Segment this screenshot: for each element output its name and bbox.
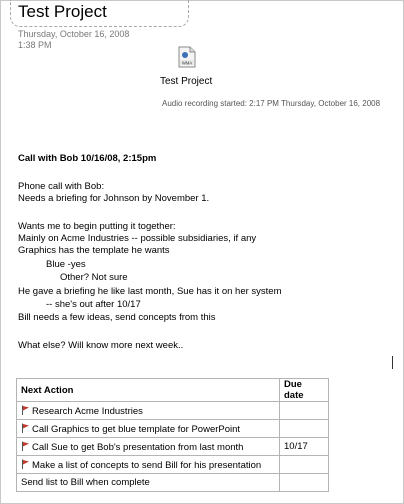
next-action-cell[interactable]: Call Sue to get Bob's presentation from … [16,437,280,456]
flag-icon[interactable] [21,423,30,433]
page-date: Thursday, October 16, 2008 [18,29,130,39]
next-action-text: Send list to Bill when complete [21,477,150,488]
note-line: Graphics has the template he wants [18,245,170,256]
note-heading: Call with Bob 10/16/08, 2:15pm [18,153,157,164]
page-title[interactable]: Test Project [18,2,107,22]
wma-file-icon[interactable]: WMA [178,46,196,68]
note-line: Phone call with Bob: [18,181,105,192]
due-date-cell[interactable] [279,419,329,438]
table-row[interactable]: Send list to Bill when complete [16,473,329,492]
table-row[interactable]: Call Sue to get Bob's presentation from … [16,437,329,456]
next-action-text: Make a list of concepts to send Bill for… [32,459,262,471]
due-date-cell[interactable] [279,401,329,420]
column-header-next-action[interactable]: Next Action [16,378,280,402]
table-header-row: Next Action Due date [16,378,329,402]
due-date-cell[interactable]: 10/17 [279,437,329,456]
text-cursor [392,356,393,369]
due-date-cell[interactable] [279,455,329,474]
page-time: 1:38 PM [18,40,52,50]
flag-icon[interactable] [21,459,30,469]
note-line: He gave a briefing he like last month, S… [18,286,282,297]
next-action-cell[interactable]: Send list to Bill when complete [16,473,280,492]
table-row[interactable]: Make a list of concepts to send Bill for… [16,455,329,474]
wma-icon-label: WMA [182,60,192,65]
next-action-text: Research Acme Industries [32,405,143,417]
table-row[interactable]: Call Graphics to get blue template for P… [16,419,329,438]
note-line: Bill needs a few ideas, send concepts fr… [18,312,216,323]
note-line: Blue -yes [46,259,86,270]
note-line: Wants me to begin putting it together: [18,221,176,232]
flag-icon[interactable] [21,441,30,451]
note-line: What else? Will know more next week.. [18,340,184,351]
due-date-cell[interactable] [279,473,329,492]
note-line: -- she's out after 10/17 [46,299,141,310]
table-row[interactable]: Research Acme Industries [16,401,329,420]
next-action-text: Call Sue to get Bob's presentation from … [32,441,244,453]
next-action-table: Next Action Due date Research Acme Indus… [16,378,329,492]
next-action-cell[interactable]: Research Acme Industries [16,401,280,420]
note-line: Needs a briefing for Johnson by November… [18,193,210,204]
flag-icon[interactable] [21,405,30,415]
next-action-text: Call Graphics to get blue template for P… [32,423,241,435]
next-action-cell[interactable]: Make a list of concepts to send Bill for… [16,455,280,474]
note-line: Mainly on Acme Industries -- possible su… [18,233,257,244]
column-header-due-date[interactable]: Due date [279,378,329,402]
audio-file-name[interactable]: Test Project [160,76,212,87]
next-action-cell[interactable]: Call Graphics to get blue template for P… [16,419,280,438]
note-line: Other? Not sure [60,272,128,283]
audio-recording-started: Audio recording started: 2:17 PM Thursda… [162,99,381,108]
